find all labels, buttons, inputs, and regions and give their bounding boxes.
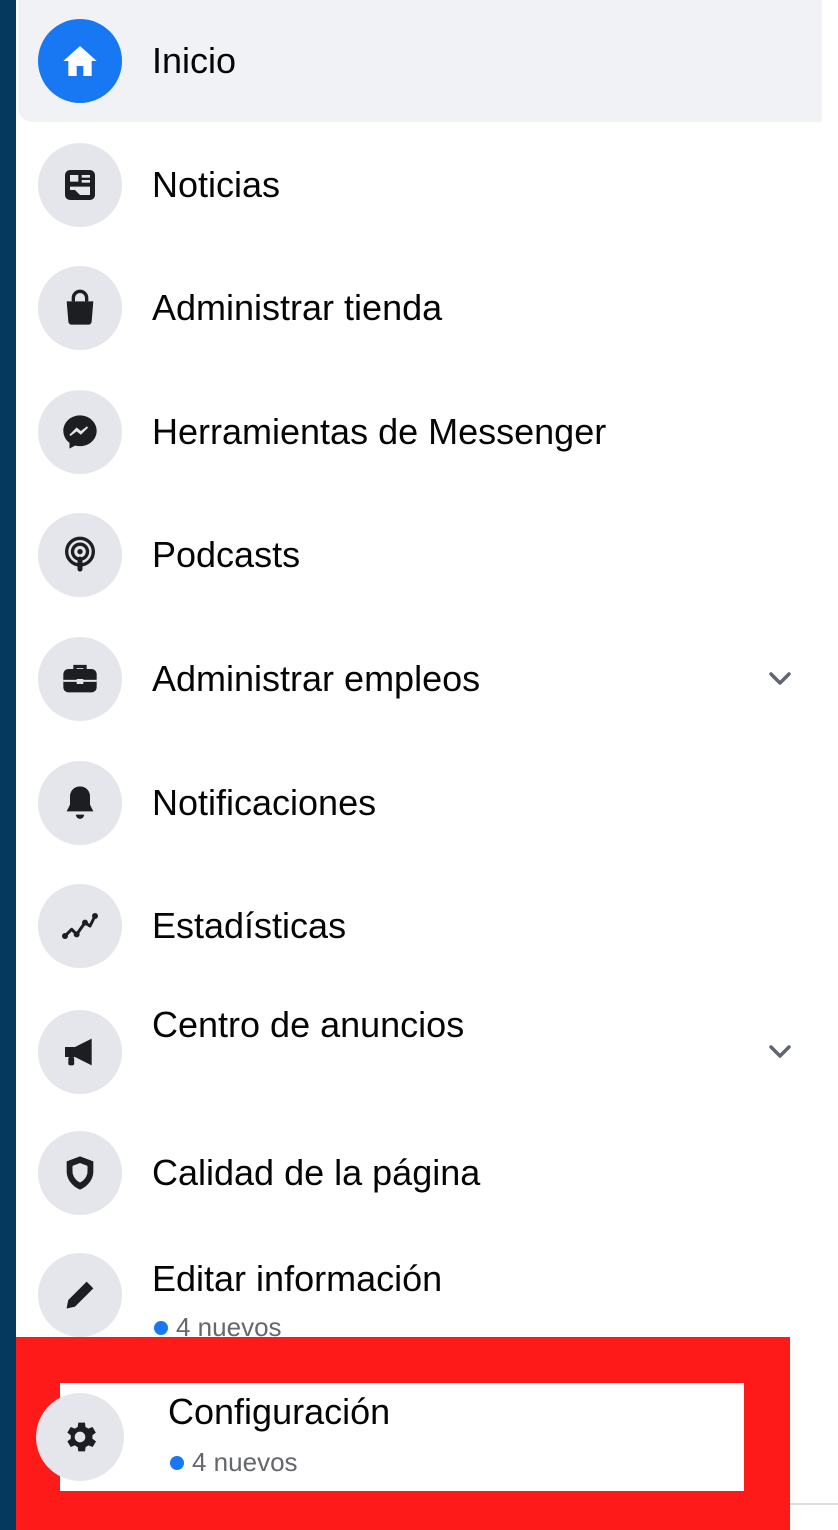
unread-dot-icon [170,1455,184,1470]
sidebar-item-noticias[interactable]: Noticias [18,130,822,240]
sidebar-item-label: Podcasts [152,534,301,575]
insights-icon [38,884,122,968]
sidebar-item-administrar-empleos[interactable]: Administrar empleos [18,624,822,734]
sidebar-item-label: Calidad de la página [152,1152,481,1193]
sidebar-item-editar-informacion[interactable]: Editar información 4 nuevos [18,1240,822,1350]
messenger-icon [38,390,122,474]
megaphone-icon [38,1010,122,1094]
sidebar-item-notificaciones[interactable]: Notificaciones [18,748,822,858]
sidebar-item-label: Centro de anuncios [152,1004,465,1045]
bell-icon [38,761,122,845]
sidebar-item-label: Herramientas de Messenger [152,411,607,452]
sidebar-item-calidad-pagina[interactable]: Calidad de la página [18,1118,822,1228]
sidebar-item-label: Noticias [152,164,281,205]
sidebar-item-label: Inicio [152,40,237,81]
chevron-down-icon[interactable] [768,669,792,689]
briefcase-icon [38,637,122,721]
sidebar-item-label: Administrar empleos [152,658,481,699]
badge-text: 4 nuevos [192,1447,298,1477]
unread-dot-icon [154,1320,168,1335]
shield-icon [38,1131,122,1215]
podcast-icon [38,513,122,597]
sidebar-item-podcasts[interactable]: Podcasts [18,500,822,610]
divider [790,1503,838,1505]
sidebar-item-label: Configuración [168,1391,391,1432]
sidebar-item-herramientas-messenger[interactable]: Herramientas de Messenger [18,377,822,487]
new-items-badge: 4 nuevos [170,1447,298,1478]
sidebar-item-inicio[interactable]: Inicio [18,0,822,122]
sidebar-item-label: Editar información [152,1258,443,1299]
gear-icon [36,1393,124,1481]
news-feed-icon [38,143,122,227]
sidebar-item-configuracion[interactable]: Configuración 4 nuevos [36,1383,744,1491]
chevron-down-icon[interactable] [768,1042,792,1062]
sidebar-item-label: Estadísticas [152,905,347,946]
home-icon [38,19,122,103]
sidebar-item-centro-anuncios[interactable]: Centro de anuncios [18,985,822,1095]
sidebar-item-administrar-tienda[interactable]: Administrar tienda [18,253,822,363]
sidebar-item-label: Administrar tienda [152,287,443,328]
shopping-bag-icon [38,266,122,350]
pencil-icon [38,1253,122,1337]
sidebar-item-estadisticas[interactable]: Estadísticas [18,871,822,981]
sidebar-item-label: Notificaciones [152,782,377,823]
